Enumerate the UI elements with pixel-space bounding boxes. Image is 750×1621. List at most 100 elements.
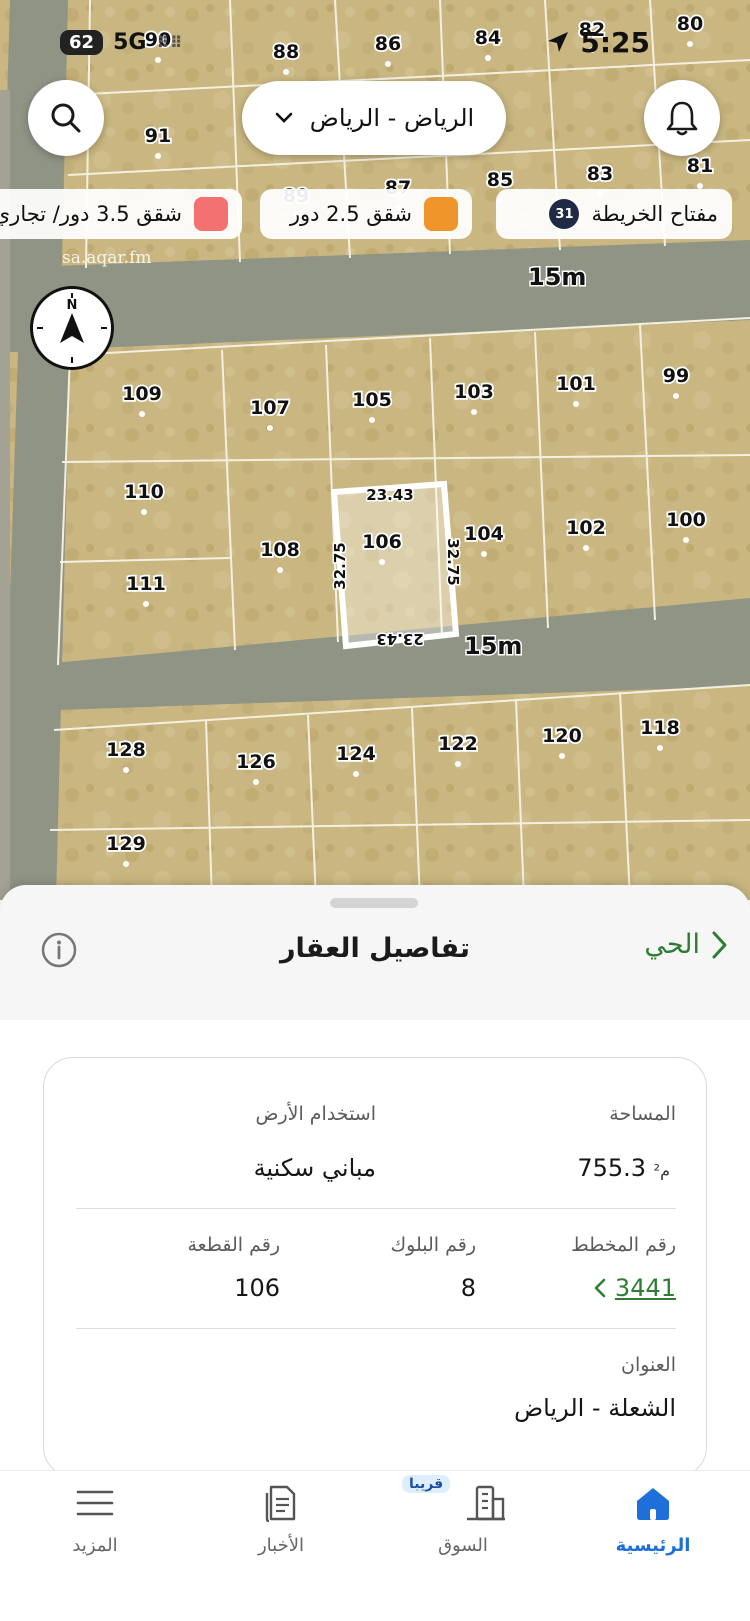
lot-number-label[interactable]: 86	[373, 31, 403, 57]
lot-center-dot	[277, 567, 283, 573]
lot-number-label[interactable]: 108	[258, 537, 301, 563]
lot-center-dot	[481, 551, 487, 557]
legend-chip-label: شقق 2.5 دور	[289, 202, 412, 226]
block-number-label: رقم البلوك	[390, 1234, 476, 1256]
lot-number-label[interactable]: 104	[462, 521, 505, 547]
area-value-row: م² 755.3	[577, 1154, 676, 1182]
lot-number-label[interactable]: 129	[104, 831, 147, 857]
menu-icon	[76, 1490, 114, 1516]
search-button[interactable]	[28, 80, 104, 156]
selected-lot-top-dimension: 23.43	[366, 486, 413, 504]
lot-number-label[interactable]: 120	[540, 723, 583, 749]
lot-center-dot	[123, 861, 129, 867]
lot-center-dot	[267, 425, 273, 431]
selected-lot-left-dimension: 32.75	[331, 542, 349, 589]
lot-center-dot	[485, 55, 491, 61]
sheet-drag-handle[interactable]	[330, 898, 418, 908]
lot-number-label[interactable]: 84	[473, 25, 503, 51]
legend-chip-apartments-3-5[interactable]: شقق 3.5 دور/ تجاري	[0, 189, 242, 239]
area-value: 755.3	[577, 1154, 647, 1182]
lot-number-value: 106	[234, 1274, 280, 1302]
divider	[76, 1328, 676, 1329]
lot-number-label[interactable]: 126	[234, 749, 277, 775]
map-key-chip[interactable]: مفتاح الخريطة 31	[496, 189, 732, 239]
land-use-value: مباني سكنية	[253, 1154, 376, 1182]
lot-center-dot	[471, 409, 477, 415]
divider	[76, 1208, 676, 1209]
lot-number-label[interactable]: 124	[334, 741, 377, 767]
tab-more[interactable]: المزيد	[20, 1481, 170, 1556]
lot-center-dot	[369, 417, 375, 423]
property-details-card: المساحة استخدام الأرض م² 755.3 مباني سكن…	[43, 1057, 707, 1477]
buildings-icon	[467, 1485, 505, 1521]
tab-news[interactable]: الأخبار	[206, 1481, 356, 1556]
lot-number-label[interactable]: 102	[564, 515, 607, 541]
lot-center-dot	[139, 411, 145, 417]
lot-number-label[interactable]: 88	[271, 39, 301, 65]
lot-center-dot	[253, 779, 259, 785]
lot-number-label[interactable]: 107	[248, 395, 291, 421]
lot-center-dot	[673, 393, 679, 399]
tab-home[interactable]: الرئيسية	[578, 1481, 728, 1556]
bell-icon	[666, 101, 698, 136]
tab-market[interactable]: قريبا السوق	[388, 1475, 538, 1556]
lot-center-dot	[687, 41, 693, 47]
lot-center-dot	[353, 771, 359, 777]
lot-center-dot	[141, 509, 147, 515]
lot-number-label[interactable]: 85	[485, 167, 515, 193]
area-label: المساحة	[609, 1103, 676, 1125]
legend-swatch-orange	[424, 197, 458, 231]
lot-center-dot	[123, 767, 129, 773]
lot-number-label: رقم القطعة	[187, 1234, 280, 1256]
legend-swatch-red	[194, 197, 228, 231]
lot-center-dot	[155, 153, 161, 159]
status-bar-right: 5:25	[546, 22, 650, 62]
tab-more-label: المزيد	[72, 1535, 118, 1556]
network-indicator: 5G	[113, 29, 147, 55]
selected-lot-outline	[330, 480, 460, 650]
lot-center-dot	[683, 537, 689, 543]
lot-number-label[interactable]: 83	[585, 161, 615, 187]
chevron-right-icon	[712, 931, 727, 958]
lot-number-label[interactable]: 81	[685, 153, 715, 179]
lot-number-label[interactable]: 110	[122, 479, 165, 505]
address-value: الشعلة - الرياض	[514, 1394, 676, 1422]
lot-number-label[interactable]: 118	[638, 715, 681, 741]
chevron-down-icon	[275, 112, 293, 123]
lot-center-dot	[559, 753, 565, 759]
lot-number-label[interactable]: 105	[350, 387, 393, 413]
lot-center-dot	[385, 61, 391, 67]
legend-chip-apartments-2-5[interactable]: شقق 2.5 دور	[260, 189, 472, 239]
land-use-label: استخدام الأرض	[255, 1103, 376, 1125]
lot-number-label[interactable]: 100	[664, 507, 707, 533]
compass-button[interactable]: N	[30, 286, 114, 370]
lot-center-dot	[455, 761, 461, 767]
lot-number-label[interactable]: 80	[675, 11, 705, 37]
neighborhood-link[interactable]: الحي	[644, 929, 728, 960]
lot-center-dot	[657, 745, 663, 751]
lot-number-label[interactable]: 128	[104, 737, 147, 763]
lot-number-label[interactable]: 122	[436, 731, 479, 757]
clock: 5:25	[580, 25, 650, 59]
map-view[interactable]: 8082848688909181838587899910110310510710…	[0, 0, 750, 900]
status-bar-left: 62 5G ⠿⠿	[60, 22, 183, 62]
map-key-label: مفتاح الخريطة	[591, 202, 718, 226]
lot-number-label[interactable]: 111	[124, 571, 167, 597]
road-width-label-lower: 15m	[464, 632, 522, 660]
neighborhood-label: الحي	[644, 929, 700, 960]
lot-number-label[interactable]: 109	[120, 381, 163, 407]
plan-number-value: 3441	[614, 1274, 676, 1302]
compass-north-label: N	[67, 298, 78, 313]
coming-soon-badge: قريبا	[402, 1475, 451, 1493]
address-label: العنوان	[620, 1354, 676, 1376]
lot-number-label[interactable]: 91	[143, 123, 173, 149]
lot-number-label[interactable]: 103	[452, 379, 495, 405]
location-selector[interactable]: الرياض - الرياض	[242, 81, 506, 155]
notifications-button[interactable]	[644, 80, 720, 156]
lot-number-label[interactable]: 99	[661, 363, 691, 389]
location-text: الرياض - الرياض	[309, 104, 475, 132]
news-icon	[265, 1485, 296, 1523]
lot-number-label[interactable]: 106	[360, 529, 403, 555]
lot-number-label[interactable]: 101	[554, 371, 597, 397]
plan-number-link[interactable]: 3441	[593, 1274, 676, 1302]
